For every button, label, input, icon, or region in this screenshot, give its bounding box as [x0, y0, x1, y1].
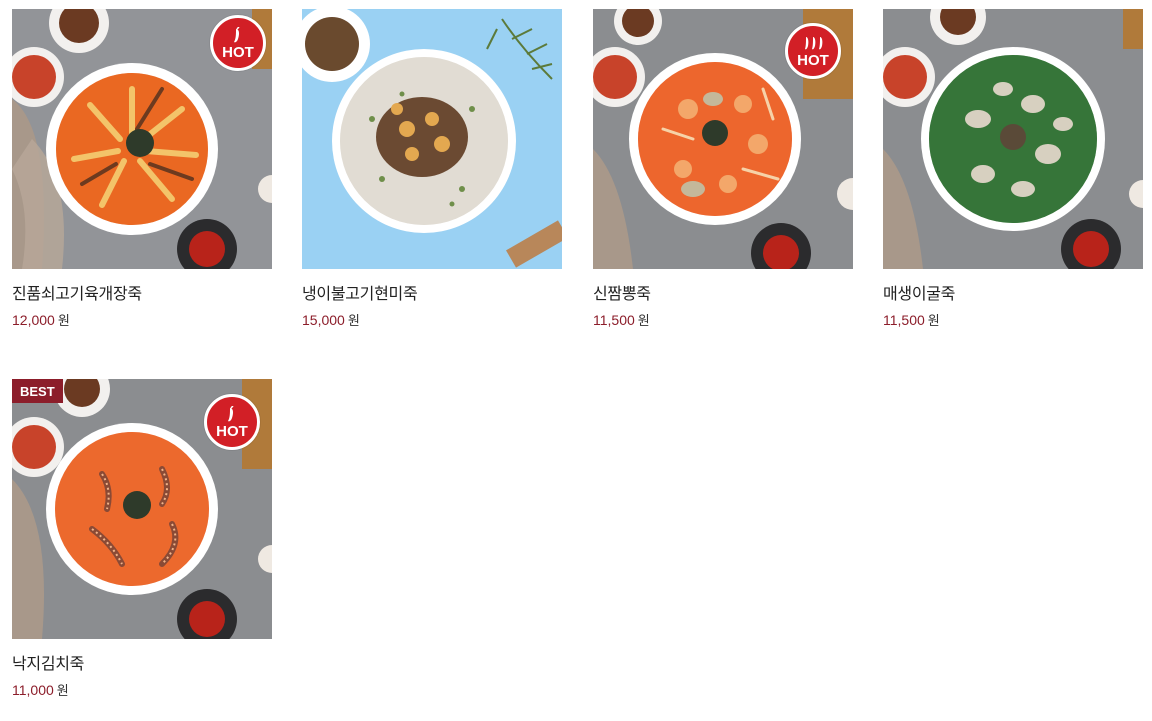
porridge-photo [883, 9, 1143, 269]
product-price: 11,000 원 [12, 682, 69, 699]
product-price: 15,000 원 [302, 312, 360, 329]
product-card[interactable]: 냉이불고기현미죽 15,000 원 [302, 9, 562, 331]
product-card[interactable]: HOT 진품쇠고기육개장죽 12,000 원 [12, 9, 272, 331]
product-name[interactable]: 진품쇠고기육개장죽 [12, 283, 272, 305]
product-price: 11,500 원 [883, 312, 940, 329]
hot-badge: HOT [204, 394, 260, 450]
product-name[interactable]: 낙지김치죽 [12, 653, 272, 675]
chili-pepper-icon [228, 405, 234, 421]
product-name[interactable]: 냉이불고기현미죽 [302, 283, 562, 305]
product-card[interactable]: HOT 신짬뽕죽 11,500 원 [593, 9, 853, 331]
product-image[interactable]: HOT [593, 9, 853, 269]
porridge-photo [302, 9, 562, 269]
product-card[interactable]: 매생이굴죽 11,500 원 [883, 9, 1143, 331]
chili-pepper-icon [234, 26, 240, 42]
product-image[interactable] [883, 9, 1143, 269]
product-price: 12,000 원 [12, 312, 70, 329]
product-image[interactable]: HOT [12, 9, 272, 269]
hot-badge: HOT [210, 15, 266, 71]
product-image[interactable] [302, 9, 562, 269]
product-card[interactable]: BEST HOT 낙지김치죽 11,000 원 [12, 379, 272, 701]
product-name[interactable]: 매생이굴죽 [883, 283, 1143, 305]
product-image[interactable]: BEST HOT [12, 379, 272, 639]
product-name[interactable]: 신짬뽕죽 [593, 283, 853, 305]
product-price: 11,500 원 [593, 312, 650, 329]
best-badge: BEST [12, 379, 63, 403]
hot-badge: HOT [785, 23, 841, 79]
chili-pepper-icon [805, 36, 823, 49]
